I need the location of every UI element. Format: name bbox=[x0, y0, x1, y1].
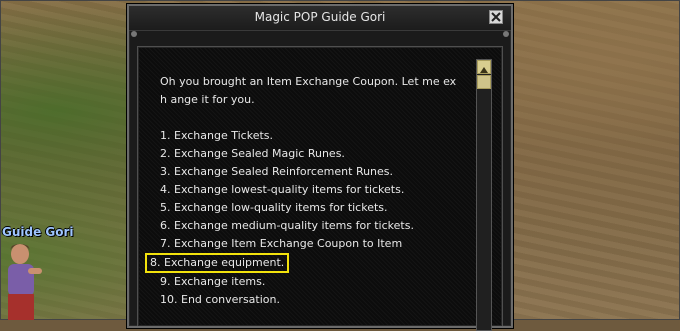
close-button[interactable] bbox=[489, 10, 503, 24]
dialog-option-highlighted[interactable]: 8. Exchange equipment. bbox=[145, 253, 460, 273]
dialog-title: Magic POP Guide Gori bbox=[254, 10, 386, 24]
scroll-up-button[interactable] bbox=[477, 60, 491, 74]
npc-name-label: Guide Gori bbox=[2, 225, 74, 239]
scroll-thumb[interactable] bbox=[477, 75, 491, 89]
dialog-option[interactable]: 4. Exchange lowest-quality items for tic… bbox=[160, 181, 460, 199]
dialog-scrollbar[interactable] bbox=[476, 59, 492, 331]
dialog-titlebar[interactable]: Magic POP Guide Gori bbox=[129, 6, 511, 31]
highlighted-option-box[interactable]: 8. Exchange equipment. bbox=[145, 253, 290, 273]
frame-rivet bbox=[131, 31, 137, 37]
dialog-intro-text: Oh you brought an Item Exchange Coupon. … bbox=[160, 75, 457, 106]
dialog-option[interactable]: 7. Exchange Item Exchange Coupon to Item bbox=[160, 235, 460, 253]
npc-character-figure[interactable] bbox=[4, 240, 44, 320]
dialog-option[interactable]: 2. Exchange Sealed Magic Runes. bbox=[160, 145, 460, 163]
close-icon bbox=[491, 12, 501, 22]
frame-rivet bbox=[503, 31, 509, 37]
dialog-option[interactable]: 9. Exchange items. bbox=[160, 273, 460, 291]
dialog-option[interactable]: 1. Exchange Tickets. bbox=[160, 127, 460, 145]
dialog-option[interactable]: 5. Exchange low-quality items for ticket… bbox=[160, 199, 460, 217]
dialog-content: Oh you brought an Item Exchange Coupon. … bbox=[145, 73, 460, 309]
dialog-option[interactable]: 6. Exchange medium-quality items for tic… bbox=[160, 217, 460, 235]
dialog-text-frame: Oh you brought an Item Exchange Coupon. … bbox=[137, 46, 503, 331]
npc-dialog-window: Magic POP Guide Gori Oh you brought an I… bbox=[127, 4, 513, 331]
dialog-option[interactable]: 10. End conversation. bbox=[160, 291, 460, 309]
dialog-option[interactable]: 3. Exchange Sealed Reinforcement Runes. bbox=[160, 163, 460, 181]
